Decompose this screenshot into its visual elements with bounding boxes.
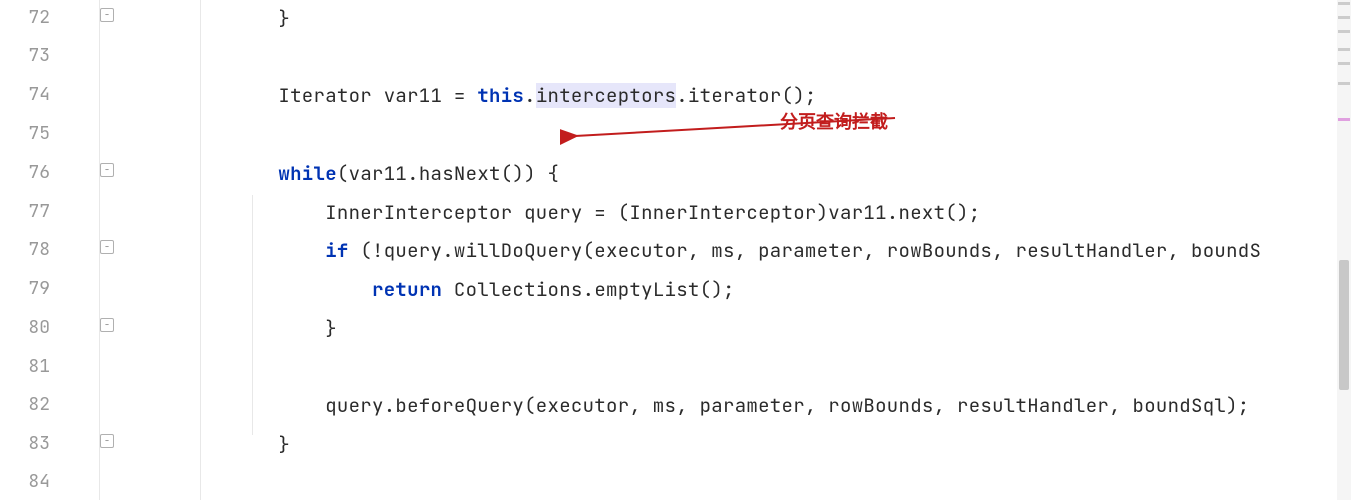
scrollbar-mark <box>1338 62 1350 65</box>
code-line: } <box>138 316 337 341</box>
line-number: 73 <box>20 44 50 67</box>
code-line: } <box>138 6 290 31</box>
line-number: 79 <box>20 277 50 300</box>
line-number: 82 <box>20 393 50 416</box>
code-content[interactable]: } Iterator var11 = this.interceptors.ite… <box>100 0 1351 500</box>
line-number: 83 <box>20 432 50 455</box>
code-line: } <box>138 432 290 457</box>
code-line: return Collections.emptyList(); <box>138 277 735 302</box>
scrollbar-mark <box>1338 2 1350 5</box>
scrollbar-mark <box>1338 30 1350 33</box>
scrollbar-mark <box>1338 48 1350 51</box>
code-line: Iterator var11 = this.interceptors.itera… <box>138 83 817 108</box>
line-number: 80 <box>20 316 50 339</box>
line-number: 74 <box>20 83 50 106</box>
code-editor[interactable]: 72 73 74 75 76 77 78 79 80 81 82 83 84 }… <box>0 0 1351 500</box>
code-line: while(var11.hasNext()) { <box>138 161 559 186</box>
code-line: InnerInterceptor query = (InnerIntercept… <box>138 200 980 225</box>
line-number: 84 <box>20 470 50 493</box>
gutter: 72 73 74 75 76 77 78 79 80 81 82 83 84 <box>0 0 100 500</box>
vertical-scrollbar[interactable] <box>1337 0 1351 500</box>
annotation-text: 分页查询拦截 <box>780 108 888 134</box>
scrollbar-mark <box>1338 118 1350 121</box>
code-line: query.beforeQuery(executor, ms, paramete… <box>138 393 1250 418</box>
line-number: 72 <box>20 6 50 29</box>
line-number: 77 <box>20 200 50 223</box>
code-line: if (!query.willDoQuery(executor, ms, par… <box>138 238 1261 263</box>
line-number: 78 <box>20 238 50 261</box>
scrollbar-thumb[interactable] <box>1339 260 1349 390</box>
line-number: 76 <box>20 161 50 184</box>
line-number: 81 <box>20 355 50 378</box>
scrollbar-mark <box>1338 82 1350 85</box>
scrollbar-mark <box>1338 16 1350 19</box>
line-number: 75 <box>20 122 50 145</box>
